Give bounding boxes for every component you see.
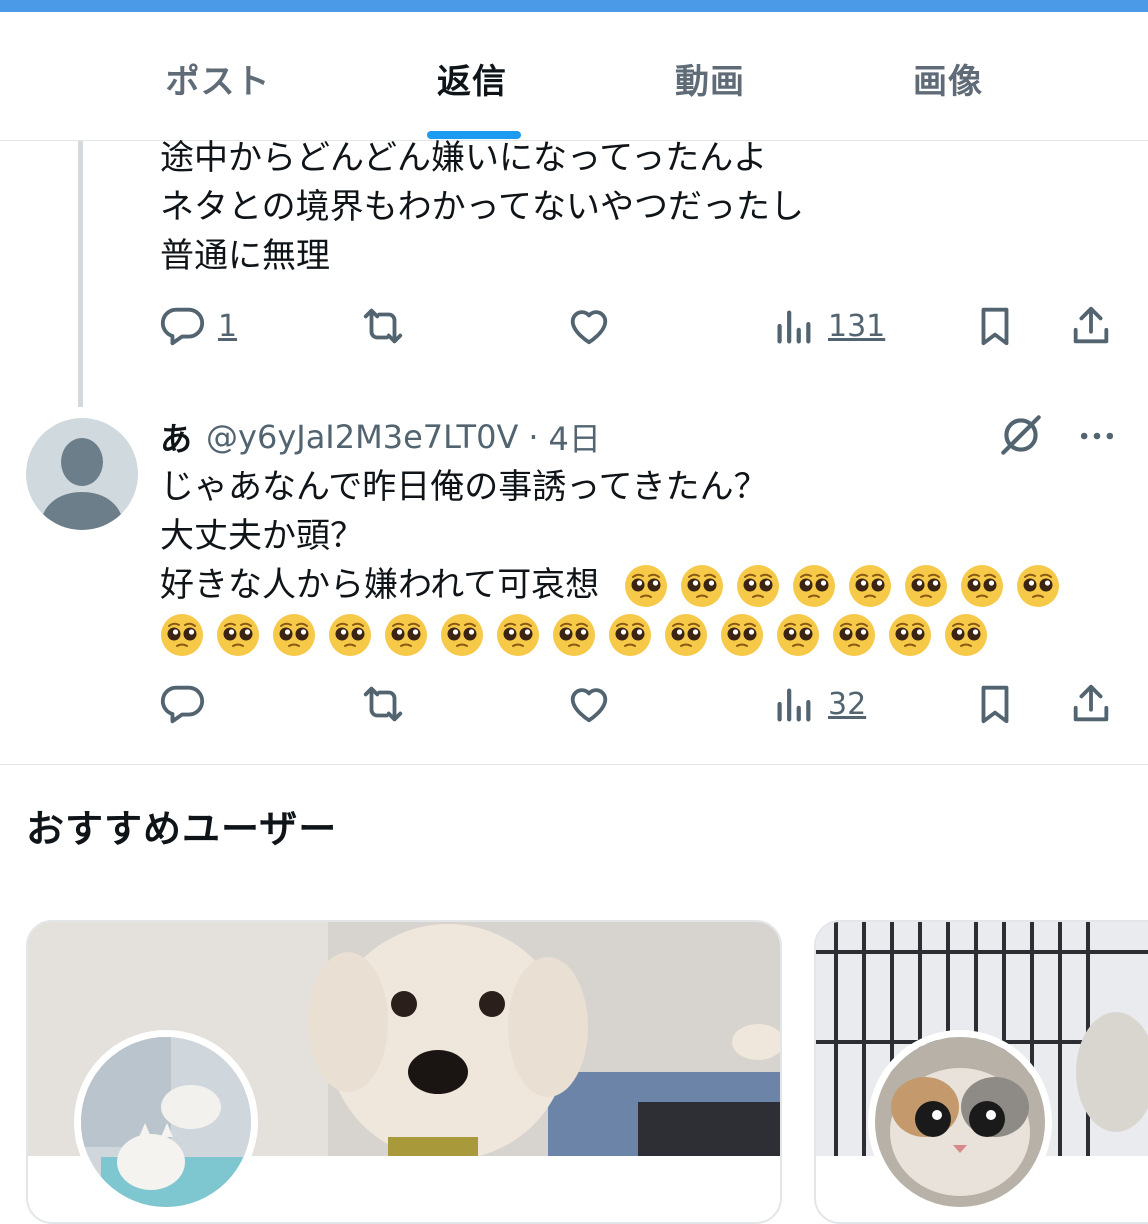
repost-button[interactable]: [360, 674, 406, 734]
heart-icon: [570, 310, 608, 345]
pleading-face-emoji: [849, 565, 891, 607]
repost-icon: [363, 686, 403, 722]
heart-icon: [570, 688, 608, 723]
emoji-row-1: [624, 561, 1072, 611]
pleading-face-emoji: [441, 614, 483, 656]
repost-button[interactable]: [360, 296, 406, 356]
avatar[interactable]: [26, 418, 138, 530]
user-handle[interactable]: @y6yJaI2M3e7LT0V: [206, 418, 518, 456]
pleading-face-emoji: [793, 565, 835, 607]
views-button[interactable]: 131: [770, 296, 885, 356]
pleading-face-emoji: [665, 614, 707, 656]
views-icon: [777, 310, 811, 344]
pleading-face-emoji: [161, 614, 203, 656]
bookmark-icon: [981, 307, 1009, 346]
pleading-face-emoji: [329, 614, 371, 656]
post-1-line-1: 途中からどんどん嫌いになってったんよ: [160, 138, 768, 178]
reply-count: 1: [218, 308, 238, 344]
tab-videos[interactable]: 動画: [590, 12, 830, 140]
post-2-line-2: 大丈夫か頭？: [160, 516, 364, 556]
cat-avatar-image: [875, 1037, 1045, 1207]
section-divider: [0, 764, 1148, 765]
pleading-face-emoji: [905, 565, 947, 607]
share-icon: [1073, 306, 1109, 344]
reply-icon: [160, 685, 205, 724]
share-button[interactable]: [1068, 674, 1114, 734]
pleading-face-emoji: [273, 614, 315, 656]
profile-tabs: ポスト 返信 動画 画像: [0, 12, 1148, 141]
tab-images[interactable]: 画像: [828, 12, 1068, 140]
user-card-avatar[interactable]: [74, 1030, 258, 1214]
pleading-face-emoji: [681, 565, 723, 607]
cats-avatar-image: [81, 1037, 251, 1207]
pleading-face-emoji: [737, 565, 779, 607]
pleading-face-emoji: [889, 614, 931, 656]
reply-button[interactable]: [160, 674, 206, 734]
user-card-avatar[interactable]: [868, 1030, 1052, 1214]
pleading-face-emoji: [1017, 565, 1059, 607]
views-icon: [777, 688, 811, 722]
emoji-row-2: [160, 610, 1000, 660]
pleading-face-emoji: [777, 614, 819, 656]
like-button[interactable]: [566, 674, 612, 734]
bookmark-button[interactable]: [972, 296, 1018, 356]
recommended-users-title: おすすめユーザー: [26, 807, 338, 851]
reply-icon: [160, 307, 205, 346]
view-count: 131: [828, 308, 886, 344]
post-2-line-1: じゃあなんで昨日俺の事誘ってきたん？: [160, 467, 768, 507]
grok-icon[interactable]: [996, 410, 1046, 460]
pleading-face-emoji: [961, 565, 1003, 607]
view-count: 32: [828, 686, 867, 722]
post-2-actions: 32: [160, 674, 1120, 734]
pleading-face-emoji: [833, 614, 875, 656]
more-options-icon[interactable]: [1072, 414, 1122, 458]
bookmark-button[interactable]: [972, 674, 1018, 734]
tab-posts[interactable]: ポスト: [98, 12, 338, 140]
header-separator: ·: [528, 418, 539, 456]
share-button[interactable]: [1068, 296, 1114, 356]
reply-button[interactable]: 1: [160, 296, 237, 356]
user-card[interactable]: [26, 920, 782, 1224]
pleading-face-emoji: [385, 614, 427, 656]
top-accent-bar: [0, 0, 1148, 12]
default-avatar-icon: [40, 438, 124, 530]
display-name[interactable]: あ: [160, 414, 192, 460]
post-1-line-3: 普通に無理: [160, 236, 330, 276]
pleading-face-emoji: [217, 614, 259, 656]
views-button[interactable]: 32: [770, 674, 866, 734]
post-1-actions: 1 131: [160, 296, 1120, 356]
pleading-face-emoji: [721, 614, 763, 656]
tab-replies[interactable]: 返信: [352, 12, 592, 140]
post-timestamp[interactable]: 4日: [549, 414, 601, 460]
like-button[interactable]: [566, 296, 612, 356]
pleading-face-emoji: [553, 614, 595, 656]
pleading-face-emoji: [625, 565, 667, 607]
pleading-face-emoji: [497, 614, 539, 656]
pleading-face-emoji: [609, 614, 651, 656]
repost-icon: [363, 308, 403, 344]
post-2-line-3: 好きな人から嫌われて可哀想: [160, 565, 600, 605]
bookmark-icon: [981, 685, 1009, 724]
pleading-face-emoji: [945, 614, 987, 656]
post-1-line-2: ネタとの境界もわかってないやつだったし: [160, 187, 804, 227]
post-2-header: あ @y6yJaI2M3e7LT0V · 4日: [160, 412, 601, 462]
share-icon: [1073, 684, 1109, 722]
user-card[interactable]: [814, 920, 1148, 1224]
thread-connector-line: [78, 141, 83, 407]
